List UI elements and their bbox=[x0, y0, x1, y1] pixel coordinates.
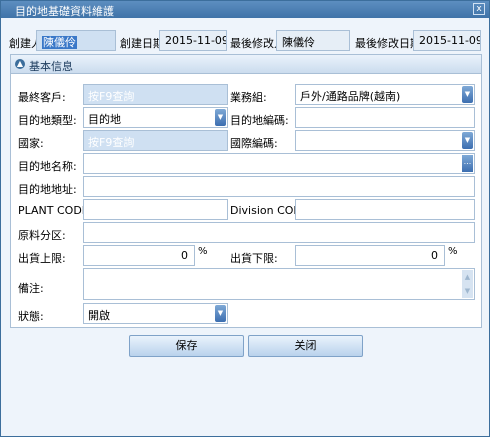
ship-upper-label: 出貨上限: bbox=[18, 252, 66, 265]
dest-name-input[interactable]: ... bbox=[83, 153, 475, 174]
save-button[interactable]: 保存 bbox=[129, 335, 244, 357]
business-group-value: 戶外/通路品牌(越南) bbox=[300, 90, 401, 103]
dest-code-input[interactable] bbox=[295, 107, 475, 128]
chevron-down-icon[interactable]: ▼ bbox=[462, 86, 473, 103]
dest-address-input[interactable] bbox=[83, 176, 475, 197]
status-select[interactable]: 開啟 ▼ bbox=[83, 303, 228, 324]
chevron-down-icon[interactable]: ▼ bbox=[215, 109, 226, 126]
modified-date-field[interactable]: 2015-11-09 bbox=[413, 30, 481, 51]
business-group-label: 業務組: bbox=[230, 91, 267, 104]
close-icon[interactable]: x bbox=[473, 3, 485, 15]
ellipsis-icon[interactable]: ... bbox=[462, 155, 473, 172]
remark-textarea[interactable]: ▲ ▼ bbox=[83, 268, 475, 300]
ship-lower-label: 出貨下限: bbox=[230, 252, 278, 265]
chevron-down-icon[interactable]: ▼ bbox=[215, 305, 226, 322]
dest-type-value: 目的地 bbox=[88, 113, 121, 126]
intl-code-select[interactable]: ▼ bbox=[295, 130, 475, 151]
plant-code-input[interactable] bbox=[83, 199, 228, 220]
title-bar: 目的地基礎資料維護 x bbox=[1, 1, 489, 18]
ship-upper-unit: % bbox=[198, 246, 208, 257]
basic-info-section: ▲ 基本信息 最終客戶: 按F9查詢 業務組: 戶外/通路品牌(越南) ▼ 目的… bbox=[10, 54, 482, 328]
material-zone-input[interactable] bbox=[83, 222, 475, 243]
dest-address-label: 目的地地址: bbox=[18, 183, 77, 196]
final-customer-input[interactable]: 按F9查詢 bbox=[83, 84, 228, 105]
material-zone-label: 原料分区: bbox=[18, 229, 66, 242]
status-label: 狀態: bbox=[18, 310, 44, 323]
status-value: 開啟 bbox=[88, 309, 110, 322]
final-customer-label: 最終客戶: bbox=[18, 91, 66, 104]
intl-code-label: 國際編碼: bbox=[230, 137, 278, 150]
section-header[interactable]: ▲ 基本信息 bbox=[11, 55, 481, 74]
plant-code-label: PLANT CODE: bbox=[18, 204, 93, 217]
division-code-input[interactable] bbox=[295, 199, 475, 220]
scroll-down-icon[interactable]: ▼ bbox=[462, 284, 473, 298]
country-label: 國家: bbox=[18, 137, 44, 150]
remark-label: 備注: bbox=[18, 282, 44, 295]
creator-value: 陳儀伶 bbox=[42, 36, 77, 49]
scroll-up-icon[interactable]: ▲ bbox=[462, 270, 473, 284]
created-date-field[interactable]: 2015-11-09 bbox=[159, 30, 227, 51]
country-input[interactable]: 按F9查詢 bbox=[83, 130, 228, 151]
ship-lower-input[interactable]: 0 bbox=[295, 245, 445, 266]
close-button[interactable]: 关闭 bbox=[248, 335, 363, 357]
section-title: 基本信息 bbox=[29, 60, 73, 73]
dest-code-label: 目的地編碼: bbox=[230, 114, 289, 127]
creator-field[interactable]: 陳儀伶 bbox=[36, 30, 116, 51]
modifier-field[interactable]: 陳儀伶 bbox=[276, 30, 350, 51]
window-title: 目的地基礎資料維護 bbox=[15, 5, 114, 18]
dialog-window: 目的地基礎資料維護 x 創建人: 陳儀伶 創建日期: 2015-11-09 最後… bbox=[0, 0, 490, 437]
chevron-down-icon[interactable]: ▼ bbox=[462, 132, 473, 149]
dest-type-select[interactable]: 目的地 ▼ bbox=[83, 107, 228, 128]
dest-name-label: 目的地名称: bbox=[18, 160, 77, 173]
dest-type-label: 目的地類型: bbox=[18, 114, 77, 127]
info-icon: ▲ bbox=[15, 59, 25, 69]
ship-lower-unit: % bbox=[448, 246, 458, 257]
business-group-select[interactable]: 戶外/通路品牌(越南) ▼ bbox=[295, 84, 475, 105]
ship-upper-input[interactable]: 0 bbox=[83, 245, 195, 266]
